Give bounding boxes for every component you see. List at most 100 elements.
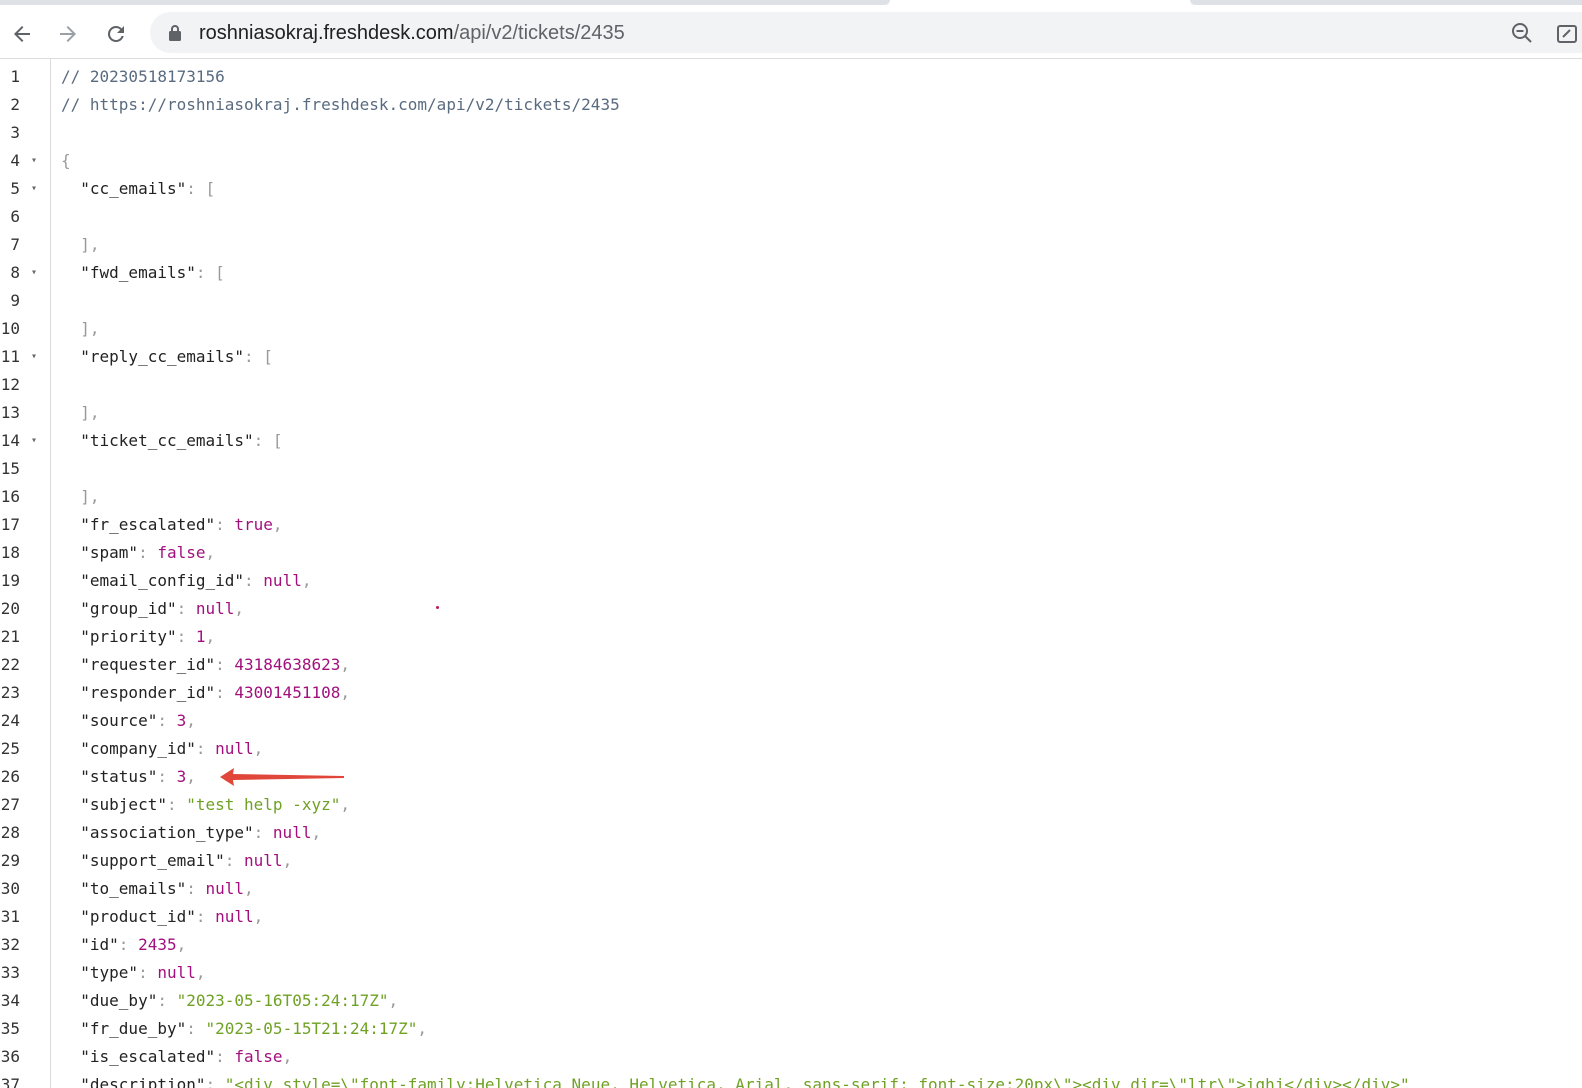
lock-icon — [169, 25, 181, 41]
json-token-num: 43184638623 — [234, 655, 341, 674]
line-number: 28 — [0, 819, 50, 847]
line-number: 11 ▾ — [0, 343, 50, 371]
json-token-punct: , — [253, 739, 264, 758]
line-number-text: 36 — [0, 1047, 20, 1066]
fold-toggle-icon[interactable]: ▾ — [31, 343, 37, 371]
json-token-null: null — [272, 823, 312, 842]
line-number: 3 — [0, 119, 50, 147]
json-token-punct: , — [340, 795, 350, 814]
json-token-punct: , — [205, 627, 216, 646]
json-token-key: "spam" — [61, 543, 139, 562]
json-token-null: null — [215, 739, 254, 758]
url-host: roshniasokraj.freshdesk.com — [199, 22, 454, 44]
json-token-null: null — [195, 599, 235, 618]
json-token-punct: : — [186, 1019, 206, 1038]
json-token-key: "responder_id" — [61, 683, 216, 702]
line-number-text: 13 — [0, 403, 20, 422]
code-line: "type": null, — [61, 959, 205, 987]
line-number: 5 ▾ — [0, 175, 50, 203]
code-line: "priority": 1, — [61, 623, 215, 651]
fold-toggle-icon[interactable]: ▾ — [31, 175, 37, 203]
json-token-null: null — [215, 907, 254, 926]
line-number: 12 — [0, 371, 50, 399]
json-token-punct: : — [186, 879, 206, 898]
code-line: ], — [61, 231, 100, 259]
line-number: 27 — [0, 791, 50, 819]
line-number-text: 20 — [0, 599, 20, 618]
json-token-punct: : — [215, 683, 235, 702]
line-number-text: 31 — [0, 907, 20, 926]
code-line: "fr_escalated": true, — [61, 511, 283, 539]
line-number-text: 30 — [0, 879, 20, 898]
fold-toggle-icon[interactable]: ▾ — [31, 147, 37, 175]
code-line: { — [61, 147, 71, 175]
tab-strip — [0, 0, 1582, 8]
zoom-out-icon[interactable] — [1510, 21, 1534, 45]
json-token-punct: : — [244, 571, 264, 590]
json-token-punct: , — [244, 879, 254, 898]
forward-button[interactable] — [52, 18, 84, 50]
json-token-punct: , — [205, 543, 216, 562]
line-number-text: 28 — [0, 823, 20, 842]
install-app-icon[interactable] — [1555, 22, 1579, 46]
json-token-punct: : — [215, 1047, 235, 1066]
line-number-text: 25 — [0, 739, 20, 758]
json-token-null: null — [157, 963, 196, 982]
reload-icon — [107, 25, 124, 42]
code-line: ], — [61, 315, 99, 343]
line-number: 32 — [0, 931, 50, 959]
json-token-key: "is_escalated" — [61, 1047, 216, 1066]
reload-button[interactable] — [100, 18, 132, 50]
json-token-punct: ], — [61, 235, 100, 254]
line-number: 29 — [0, 847, 50, 875]
json-token-key: "due_by" — [61, 991, 158, 1010]
code-line: "due_by": "2023-05-16T05:24:17Z", — [61, 987, 398, 1015]
json-token-str: "test help -xyz" — [186, 795, 341, 814]
json-token-null: null — [244, 851, 283, 870]
line-number-text: 11 — [0, 347, 20, 366]
line-number: 13 — [0, 399, 50, 427]
json-token-punct: , — [417, 1019, 428, 1038]
json-token-punct: : — [215, 515, 235, 534]
json-token-key: "association_type" — [61, 823, 254, 842]
json-token-null: null — [263, 571, 302, 590]
line-number-text: 18 — [0, 543, 20, 562]
code-line: "spam": false, — [61, 539, 215, 567]
json-token-punct: , — [186, 767, 196, 786]
line-number: 1 — [0, 63, 50, 91]
line-number-text: 27 — [0, 795, 20, 814]
code-line: "subject": "test help -xyz", — [61, 791, 350, 819]
line-number-text: 7 — [10, 235, 20, 254]
json-token-comment: // https://roshniasokraj.freshdesk.com/a… — [61, 95, 620, 114]
json-token-punct: : [ — [195, 263, 225, 282]
json-token-punct: , — [253, 907, 264, 926]
line-number: 9 — [0, 287, 50, 315]
address-bar[interactable]: roshniasokraj.freshdesk.com/api/v2/ticke… — [150, 12, 1582, 53]
line-number: 37 — [0, 1071, 50, 1088]
code-line: "reply_cc_emails": [ — [61, 343, 273, 371]
line-number-text: 29 — [0, 851, 20, 870]
inactive-tab-right[interactable] — [1190, 0, 1582, 5]
json-token-punct: , — [272, 515, 283, 534]
json-token-key: "fr_escalated" — [61, 515, 216, 534]
json-token-punct: , — [176, 935, 187, 954]
fold-toggle-icon[interactable]: ▾ — [31, 427, 37, 455]
code-line: "status": 3, — [61, 763, 196, 791]
json-token-punct: , — [282, 1047, 293, 1066]
back-button[interactable] — [6, 18, 38, 50]
json-token-punct: : — [176, 627, 196, 646]
code-line: "email_config_id": null, — [61, 567, 311, 595]
line-number-text: 8 — [10, 263, 20, 282]
json-token-key: "reply_cc_emails" — [61, 347, 245, 366]
json-token-str: "2023-05-15T21:24:17Z" — [205, 1019, 418, 1038]
inactive-tab-left[interactable] — [0, 0, 890, 5]
json-token-num: 43001451108 — [234, 683, 341, 702]
json-token-punct: : [ — [244, 347, 273, 366]
line-number-text: 10 — [0, 319, 20, 338]
code-line: "product_id": null, — [61, 903, 263, 931]
fold-toggle-icon[interactable]: ▾ — [31, 259, 37, 287]
line-number: 36 — [0, 1043, 50, 1071]
line-number-text: 19 — [0, 571, 20, 590]
line-number: 17 — [0, 511, 50, 539]
url-text[interactable]: roshniasokraj.freshdesk.com/api/v2/ticke… — [199, 21, 625, 45]
